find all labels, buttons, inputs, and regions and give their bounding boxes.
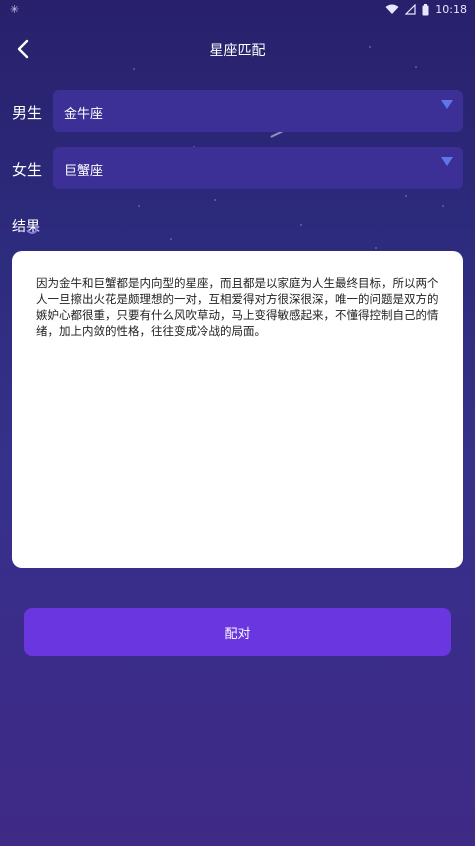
pair-button[interactable]: 配对 xyxy=(24,608,451,656)
page-title: 星座匹配 xyxy=(209,43,266,59)
result-text: 因为金牛和巨蟹都是内向型的星座，而且都是以家庭为人生最终目标，所以两个人一旦擦出… xyxy=(36,276,439,338)
wifi-icon xyxy=(385,4,399,14)
signal-icon xyxy=(405,4,416,15)
male-sign-value: 金牛座 xyxy=(64,107,104,122)
status-icons: 10:18 xyxy=(385,3,467,16)
dropdown-arrow-icon xyxy=(441,100,453,109)
result-panel: 因为金牛和巨蟹都是内向型的星座，而且都是以家庭为人生最终目标，所以两个人一旦擦出… xyxy=(12,251,463,568)
status-bar: ✳ 10:18 xyxy=(0,0,475,20)
notification-icon: ✳ xyxy=(10,3,20,16)
battery-icon xyxy=(422,3,429,15)
male-sign-select[interactable]: 金牛座 xyxy=(53,90,463,132)
female-sign-select[interactable]: 巨蟹座 xyxy=(53,147,463,189)
clock-time: 10:18 xyxy=(435,3,467,16)
male-label: 男生 xyxy=(12,104,43,122)
female-label: 女生 xyxy=(12,161,43,179)
dropdown-arrow-icon xyxy=(441,157,453,166)
female-sign-value: 巨蟹座 xyxy=(64,164,104,179)
